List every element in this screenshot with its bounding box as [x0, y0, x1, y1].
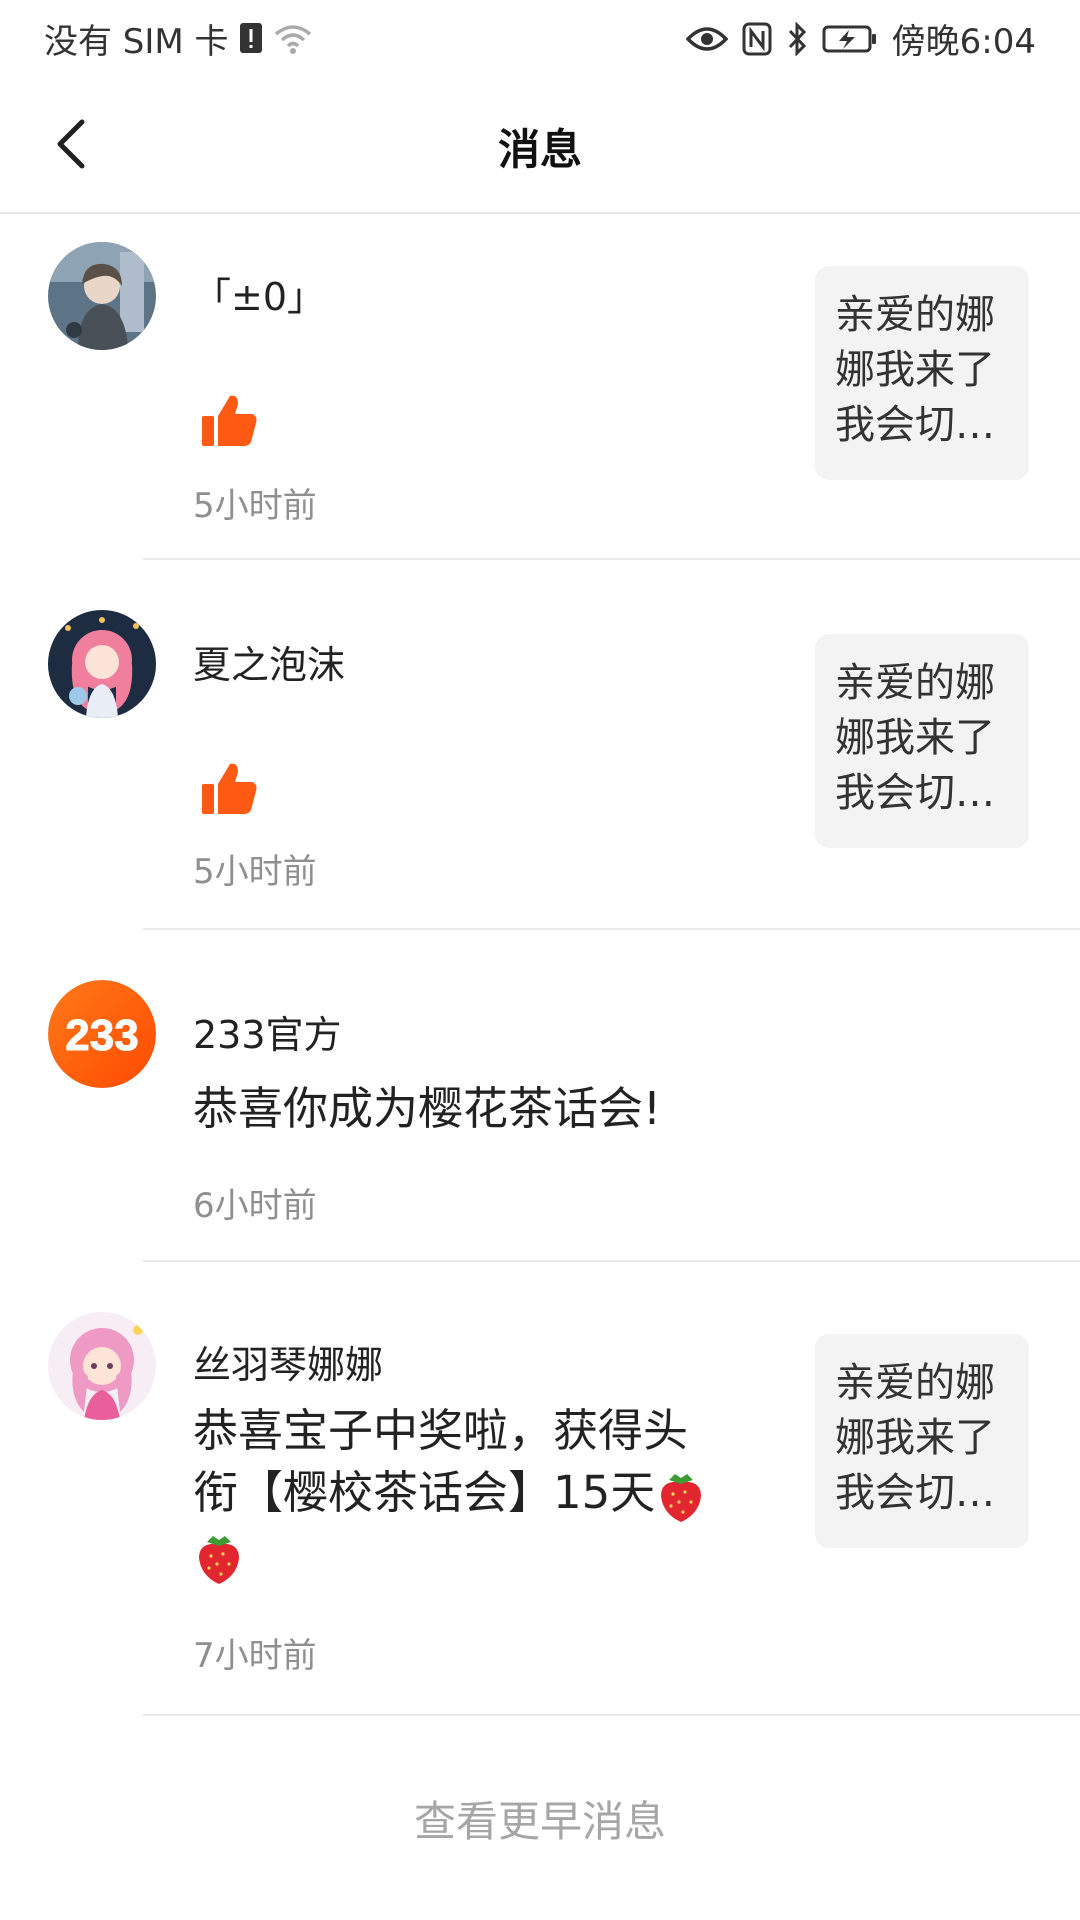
avatar[interactable] [48, 1312, 156, 1420]
message-item[interactable]: 夏之泡沫 5小时前 亲爱的娜 娜我来了 我会切… [0, 560, 1080, 930]
thumbs-up-icon [200, 392, 258, 448]
sender-name: 233官方 [193, 1013, 342, 1057]
messages-screen: 没有 SIM 卡 傍晚6:04 消息 「±0」 5小时前 亲爱的娜 娜我来了 我… [0, 0, 1080, 1920]
quote-line: 娜我来了 [835, 347, 995, 393]
quote-line: 亲爱的娜 [835, 1360, 995, 1406]
message-time: 7小时前 [193, 1636, 317, 1676]
message-text-line: 恭喜宝子中奖啦，获得头 [193, 1404, 689, 1457]
message-item[interactable]: 233 233官方 恭喜你成为樱花茶话会! 6小时前 [0, 930, 1080, 1262]
eye-icon [685, 24, 728, 54]
view-earlier-messages-link[interactable]: 查看更早消息 [0, 1788, 1080, 1849]
sim-alert-icon [239, 22, 263, 56]
quote-line: 我会切… [835, 1470, 995, 1516]
nfc-icon [742, 22, 772, 56]
message-item[interactable]: 丝羽琴娜娜 恭喜宝子中奖啦，获得头 衔【樱校茶话会】15天 7小时前 亲爱的娜 … [0, 1262, 1080, 1716]
status-right: 傍晚6:04 [685, 14, 1036, 63]
quote-line: 亲爱的娜 [835, 660, 995, 706]
page-title: 消息 [497, 125, 582, 174]
message-time: 5小时前 [193, 486, 317, 526]
clock-text: 傍晚6:04 [891, 22, 1036, 62]
battery-icon [822, 24, 878, 54]
message-text-line-2: 衔【樱校茶话会】15天 [193, 1462, 753, 1524]
message-list: 「±0」 5小时前 亲爱的娜 娜我来了 我会切… 夏之泡沫 5小时前 亲爱的娜 … [0, 214, 1080, 1716]
quote-line: 我会切… [835, 770, 995, 816]
status-left: 没有 SIM 卡 [44, 14, 313, 63]
strawberry-emoji [655, 1468, 707, 1524]
message-text-line: 衔【樱校茶话会】15天 [193, 1466, 656, 1519]
sender-name: 夏之泡沫 [193, 643, 346, 687]
message-text-line-3 [193, 1524, 753, 1586]
wifi-icon [273, 22, 313, 56]
bluetooth-icon [786, 21, 808, 56]
avatar-text: 233 [65, 1011, 138, 1060]
strawberry-emoji [193, 1530, 245, 1586]
thumbs-up-icon [200, 760, 258, 816]
message-text: 恭喜你成为樱花茶话会! [193, 1082, 662, 1135]
quoted-post-preview[interactable]: 亲爱的娜 娜我来了 我会切… [815, 266, 1029, 480]
quote-line: 娜我来了 [835, 1415, 995, 1461]
message-item[interactable]: 「±0」 5小时前 亲爱的娜 娜我来了 我会切… [0, 214, 1080, 560]
quote-line: 娜我来了 [835, 715, 995, 761]
avatar[interactable] [48, 242, 156, 350]
quoted-post-preview[interactable]: 亲爱的娜 娜我来了 我会切… [815, 634, 1029, 848]
message-text: 恭喜宝子中奖啦，获得头 衔【樱校茶话会】15天 [193, 1400, 753, 1586]
quote-line: 我会切… [835, 402, 995, 448]
message-time: 5小时前 [193, 852, 317, 892]
quote-line: 亲爱的娜 [835, 292, 995, 338]
sender-name: 丝羽琴娜娜 [193, 1343, 384, 1387]
quoted-post-preview[interactable]: 亲爱的娜 娜我来了 我会切… [815, 1334, 1029, 1548]
message-time: 6小时前 [193, 1186, 317, 1226]
avatar[interactable]: 233 [48, 980, 156, 1088]
top-bar: 消息 [0, 76, 1080, 214]
avatar[interactable] [48, 610, 156, 718]
sender-name: 「±0」 [193, 275, 326, 319]
carrier-text: 没有 SIM 卡 [44, 22, 229, 62]
status-bar: 没有 SIM 卡 傍晚6:04 [0, 0, 1080, 76]
